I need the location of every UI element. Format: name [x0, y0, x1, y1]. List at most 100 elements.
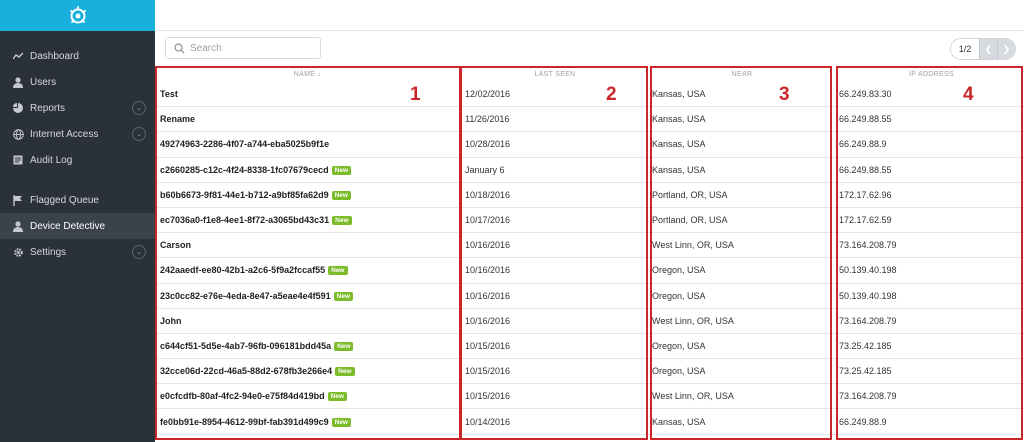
- ip-address-cell: 73.164.208.79: [839, 391, 897, 402]
- device-name[interactable]: b60b6673-9f81-44e1-b712-a9bf85fa62d9: [160, 190, 329, 200]
- new-badge: New: [331, 165, 352, 175]
- annotation-number-4: 4: [963, 84, 974, 105]
- pagination: 1/2 ❮ ❯: [950, 38, 1016, 60]
- chevron-down-icon[interactable]: ⌄: [132, 245, 146, 259]
- column-header-ip-address[interactable]: IP ADDRESS: [832, 71, 1024, 78]
- sidebar-item-label: Users: [30, 76, 57, 88]
- search-input[interactable]: [190, 42, 310, 54]
- sidebar-item-label: Device Detective: [30, 220, 106, 232]
- near-cell: Portland, OR, USA: [652, 215, 728, 226]
- sidebar-item-audit-log[interactable]: Audit Log: [0, 147, 155, 173]
- table-row[interactable]: Test 12/02/2016 Kansas, USA 66.249.83.30: [155, 82, 1024, 108]
- column-header-near[interactable]: NEAR: [645, 71, 832, 78]
- ip-address-cell: 66.249.88.55: [839, 114, 892, 125]
- device-name[interactable]: 32cce06d-22cd-46a5-88d2-678fb3e266e4: [160, 366, 332, 376]
- annotation-number-1: 1: [410, 84, 421, 105]
- near-cell: Oregon, USA: [652, 290, 706, 301]
- last-seen-cell: 10/15/2016: [465, 340, 511, 351]
- app-logo-icon[interactable]: [67, 5, 89, 27]
- search-box[interactable]: [165, 37, 321, 59]
- sort-arrow-icon: ↓: [317, 70, 322, 78]
- last-seen-cell: 10/17/2016: [465, 215, 511, 226]
- device-name[interactable]: Rename: [160, 114, 195, 124]
- sidebar: Dashboard Users Reports ⌄ Internet Access ⌄ Au…: [0, 0, 155, 442]
- table-row[interactable]: b60b6673-9f81-44e1-b712-a9bf85fa62d9 New 1…: [155, 183, 1024, 208]
- ip-address-cell: 73.25.42.185: [839, 366, 892, 377]
- pie-chart-icon: [12, 102, 24, 114]
- column-header-last-seen[interactable]: LAST SEEN: [455, 71, 645, 78]
- sidebar-item-settings[interactable]: Settings ⌄: [0, 239, 155, 265]
- sidebar-divider: [0, 173, 155, 187]
- near-cell: Kansas, USA: [652, 416, 706, 427]
- device-name-cell: 23c0cc82-e76e-4eda-8e47-a5eae4e4f591 New: [155, 291, 455, 301]
- device-name[interactable]: c644cf51-5d5e-4ab7-96fb-096181bdd45a: [160, 341, 331, 351]
- device-name-cell: 242aaedf-ee80-42b1-a2c6-5f9a2fccaf55 New: [155, 265, 455, 276]
- device-name[interactable]: 23c0cc82-e76e-4eda-8e47-a5eae4e4f591: [160, 291, 331, 301]
- table-row[interactable]: c2660285-c12c-4f24-8338-1fc07679cecd New J…: [155, 158, 1024, 183]
- device-name[interactable]: fe0bb91e-8954-4612-99bf-fab391d499c9: [160, 417, 329, 427]
- app-window: Dashboard Users Reports ⌄ Internet Access ⌄ Au…: [0, 0, 1024, 442]
- last-seen-cell: 10/16/2016: [465, 265, 511, 276]
- device-name[interactable]: Carson: [160, 240, 191, 250]
- ip-address-cell: 66.249.88.55: [839, 164, 892, 175]
- last-seen-cell: January 6: [465, 164, 505, 175]
- annotation-number-3: 3: [779, 84, 790, 105]
- table-row[interactable]: Carson 10/16/2016 West Linn, OR, USA 73.164…: [155, 233, 1024, 259]
- device-name[interactable]: 242aaedf-ee80-42b1-a2c6-5f9a2fccaf55: [160, 265, 325, 275]
- table-row[interactable]: John 10/16/2016 West Linn, OR, USA 73.164.2…: [155, 309, 1024, 334]
- last-seen-cell: 10/15/2016: [465, 391, 511, 402]
- device-name-cell: e0cfcdfb-80af-4fc2-94e0-e75f84d419bd New: [155, 391, 455, 402]
- next-page-button[interactable]: ❯: [997, 39, 1015, 59]
- device-name[interactable]: Test: [160, 89, 178, 99]
- sidebar-item-dashboard[interactable]: Dashboard: [0, 43, 155, 69]
- sidebar-item-label: Settings: [30, 246, 67, 258]
- table-row[interactable]: 49274963-2286-4f07-a744-eba5025b9f1e 10/2…: [155, 132, 1024, 158]
- sidebar-item-users[interactable]: Users: [0, 69, 155, 95]
- new-badge: New: [328, 266, 348, 276]
- sidebar-item-flagged-queue[interactable]: Flagged Queue: [0, 187, 155, 213]
- device-name[interactable]: ec7036a0-f1e8-4ee1-8f72-a3065bd43c31: [160, 215, 329, 225]
- flag-icon: [12, 194, 24, 206]
- new-badge: New: [334, 341, 354, 351]
- column-header-name[interactable]: NAME ↓: [155, 71, 455, 78]
- sidebar-item-device-detective[interactable]: Device Detective: [0, 213, 155, 239]
- table-row[interactable]: fe0bb91e-8954-4612-99bf-fab391d499c9 New 1…: [155, 409, 1024, 435]
- sidebar-item-internet-access[interactable]: Internet Access ⌄: [0, 121, 155, 147]
- table-row[interactable]: Rename 11/26/2016 Kansas, USA 66.249.88.55: [155, 107, 1024, 133]
- last-seen-cell: 10/15/2016: [465, 366, 511, 377]
- table-row[interactable]: ec7036a0-f1e8-4ee1-8f72-a3065bd43c31 New 1…: [155, 208, 1024, 234]
- chevron-down-icon[interactable]: ⌄: [132, 127, 146, 141]
- document-icon: [12, 154, 24, 166]
- device-name[interactable]: c2660285-c12c-4f24-8338-1fc07679cecd: [160, 165, 329, 175]
- last-seen-cell: 10/14/2016: [465, 416, 511, 427]
- device-name[interactable]: e0cfcdfb-80af-4fc2-94e0-e75f84d419bd: [160, 391, 325, 401]
- last-seen-cell: 10/16/2016: [465, 315, 511, 326]
- device-name-cell: fe0bb91e-8954-4612-99bf-fab391d499c9 New: [155, 417, 455, 427]
- near-cell: Kansas, USA: [652, 114, 706, 125]
- prev-page-button[interactable]: ❮: [979, 39, 997, 59]
- near-cell: West Linn, OR, USA: [652, 240, 734, 251]
- near-cell: Oregon, USA: [652, 340, 706, 351]
- chevron-down-icon[interactable]: ⌄: [132, 101, 146, 115]
- table-row[interactable]: 242aaedf-ee80-42b1-a2c6-5f9a2fccaf55 New 1…: [155, 258, 1024, 284]
- device-name[interactable]: 49274963-2286-4f07-a744-eba5025b9f1e: [160, 139, 329, 149]
- table-body: Test 12/02/2016 Kansas, USA 66.249.83.30 Ren…: [155, 82, 1024, 435]
- device-name[interactable]: John: [160, 316, 182, 326]
- table-row[interactable]: c644cf51-5d5e-4ab7-96fb-096181bdd45a New 1…: [155, 334, 1024, 360]
- logo-bar: [0, 0, 155, 31]
- sidebar-item-reports[interactable]: Reports ⌄: [0, 95, 155, 121]
- page-indicator: 1/2: [951, 39, 979, 59]
- table-row[interactable]: 32cce06d-22cd-46a5-88d2-678fb3e266e4 New 1…: [155, 359, 1024, 385]
- globe-icon: [12, 128, 24, 140]
- table-row[interactable]: 23c0cc82-e76e-4eda-8e47-a5eae4e4f591 New 1…: [155, 284, 1024, 309]
- new-badge: New: [331, 190, 351, 200]
- table-row[interactable]: e0cfcdfb-80af-4fc2-94e0-e75f84d419bd New 1…: [155, 384, 1024, 410]
- toolbar: 1/2 ❮ ❯: [165, 37, 1024, 60]
- sidebar-item-label: Dashboard: [30, 50, 79, 62]
- ip-address-cell: 172.17.62.96: [839, 189, 892, 200]
- main-panel: 1/2 ❮ ❯ NAME ↓ LAST SEEN NEAR IP ADDRESS…: [155, 0, 1024, 442]
- ip-address-cell: 73.25.42.185: [839, 340, 892, 351]
- chart-line-icon: [12, 50, 24, 62]
- sidebar-item-label: Flagged Queue: [30, 194, 99, 206]
- ip-address-cell: 66.249.83.30: [839, 89, 892, 100]
